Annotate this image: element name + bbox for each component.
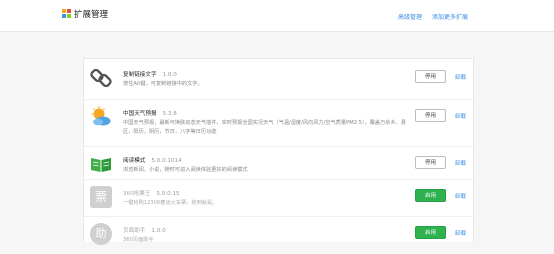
top-bar: 扩展管理 高级管理 添加更多扩展 [0, 0, 554, 32]
extension-name: 页面助手 1.0.0 [123, 228, 166, 234]
extension-name: 360抢票王 5.0.0.15 [123, 191, 180, 197]
uninstall-link[interactable]: 卸载 [455, 159, 466, 167]
open-book-icon [90, 153, 112, 175]
extension-description: 360页面助手 [123, 237, 154, 243]
extension-description: 按住Alt键，可复制链接中的文字。 [123, 81, 203, 87]
extension-name: 复制链接文字 1.0.0 [123, 72, 177, 78]
extension-row: 助 页面助手 1.0.0 360页面助手 启用 卸载 [84, 216, 473, 254]
extension-name: 阅读模式 5.0.0.1014 [123, 158, 182, 164]
extension-row: 票 360抢票王 5.0.0.15 一键抢购12306春运火车票，抢到就是。 启用… [84, 179, 473, 217]
chain-link-icon [90, 67, 112, 89]
enable-button[interactable]: 启用 [415, 189, 446, 202]
add-more-extensions-link[interactable]: 添加更多扩展 [432, 12, 468, 21]
weather-sun-cloud-icon [90, 106, 112, 128]
uninstall-link[interactable]: 卸载 [455, 192, 466, 200]
extension-description: 浏览新闻、小说，随时可进入阅读体验更好的阅读模式 [123, 167, 248, 173]
helper-icon: 助 [90, 223, 112, 245]
disable-button[interactable]: 停用 [415, 109, 446, 122]
extension-list: 复制链接文字 1.0.0 按住Alt键，可复制链接中的文字。 停用 卸载 中国天气… [83, 58, 474, 245]
disable-button[interactable]: 停用 [415, 156, 446, 169]
ticket-icon: 票 [90, 186, 112, 208]
extension-row: 中国天气预报 5.3.8 中国天气预报，最新可换肤动态天气插件，实时预报全国实况天… [84, 99, 473, 137]
uninstall-link[interactable]: 卸载 [455, 73, 466, 81]
uninstall-link[interactable]: 卸载 [455, 229, 466, 237]
extensions-logo-icon [62, 9, 72, 19]
extension-description: 一键抢购12306春运火车票，抢到就是。 [123, 200, 218, 206]
extension-row: 复制链接文字 1.0.0 按住Alt键，可复制链接中的文字。 停用 卸载 [84, 61, 473, 98]
extension-name: 中国天气预报 5.3.8 [123, 111, 177, 117]
page-title: 扩展管理 [74, 10, 109, 20]
uninstall-link[interactable]: 卸载 [455, 112, 466, 120]
enable-button[interactable]: 启用 [415, 226, 446, 239]
extension-description: 中国天气预报，最新可换肤动态天气插件，实时预报全国实况天气（气温/湿度/风向风力… [123, 120, 407, 135]
disable-button[interactable]: 停用 [415, 70, 446, 83]
advanced-management-link[interactable]: 高级管理 [398, 12, 422, 21]
